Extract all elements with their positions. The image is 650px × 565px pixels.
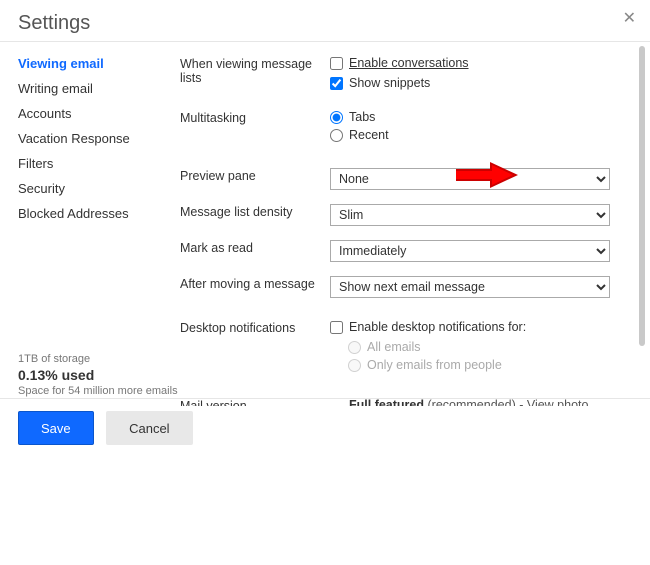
radio-recent[interactable] [330,129,343,142]
label-show-snippets: Show snippets [349,76,430,90]
sidebar-item-blocked-addresses[interactable]: Blocked Addresses [18,206,162,221]
storage-used: 0.13% used [18,367,178,383]
label-enable-desktop-notif: Enable desktop notifications for: [349,320,526,334]
select-after-move[interactable]: Show next email message [330,276,610,298]
checkbox-enable-desktop-notif[interactable] [330,321,343,334]
label-tabs: Tabs [349,110,375,124]
link-enable-conversations[interactable]: Enable conversations [349,56,469,70]
radio-all-emails [348,341,361,354]
label-all-emails: All emails [367,340,421,354]
label-mark-read: Mark as read [180,240,330,255]
label-density: Message list density [180,204,330,219]
cancel-button[interactable]: Cancel [106,411,192,445]
sidebar-item-writing-email[interactable]: Writing email [18,81,162,96]
sidebar-item-accounts[interactable]: Accounts [18,106,162,121]
settings-content: When viewing message lists Enable conver… [170,42,650,406]
select-mark-read[interactable]: Immediately [330,240,610,262]
close-icon[interactable]: ✕ [623,8,636,28]
label-recent: Recent [349,128,389,142]
radio-tabs[interactable] [330,111,343,124]
save-button[interactable]: Save [18,411,94,445]
select-density[interactable]: Slim [330,204,610,226]
sidebar: Viewing email Writing email Accounts Vac… [0,42,170,406]
page-title: Settings [0,0,650,41]
scrollbar[interactable] [639,42,645,406]
checkbox-show-snippets[interactable] [330,77,343,90]
radio-from-people [348,359,361,372]
sidebar-item-vacation-response[interactable]: Vacation Response [18,131,162,146]
checkbox-enable-conversations[interactable] [330,57,343,70]
label-preview-pane: Preview pane [180,168,330,183]
storage-total: 1TB of storage [18,353,178,365]
sidebar-item-filters[interactable]: Filters [18,156,162,171]
select-preview-pane[interactable]: None [330,168,610,190]
label-after-move: After moving a message [180,276,330,291]
storage-info: 1TB of storage 0.13% used Space for 54 m… [18,353,178,397]
scrollbar-thumb[interactable] [639,46,645,346]
sidebar-item-viewing-email[interactable]: Viewing email [18,56,162,71]
storage-line: Space for 54 million more emails [18,385,178,397]
label-multitasking: Multitasking [180,110,330,125]
label-desktop-notifications: Desktop notifications [180,320,330,335]
label-message-lists: When viewing message lists [180,56,330,85]
sidebar-item-security[interactable]: Security [18,181,162,196]
label-from-people: Only emails from people [367,358,502,372]
